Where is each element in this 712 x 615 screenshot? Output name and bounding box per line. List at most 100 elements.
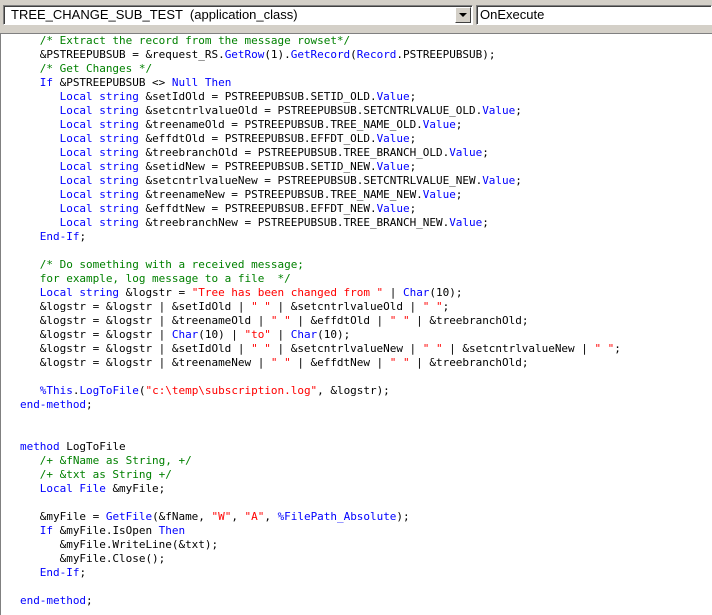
code-line[interactable] — [20, 496, 621, 510]
code-text: ; — [79, 230, 87, 243]
code-keyword: Value — [376, 202, 410, 215]
code-keyword: Value — [449, 216, 483, 229]
code-line[interactable]: If &PSTREEPUBSUB <> Null Then — [20, 76, 621, 90]
code-line[interactable]: &logstr = &logstr | &setIdOld | " " | &s… — [20, 300, 621, 314]
code-text-area[interactable]: /* Extract the record from the message r… — [20, 34, 621, 608]
code-line[interactable]: &logstr = &logstr | &treenameOld | " " |… — [20, 314, 621, 328]
code-text: ; — [515, 104, 522, 117]
code-keyword: End-If — [20, 566, 80, 579]
code-text: , — [264, 510, 278, 523]
code-line[interactable]: Local File &myFile; — [20, 482, 621, 496]
code-line[interactable]: %This.LogToFile("c:\temp\subscription.lo… — [20, 384, 621, 398]
code-text: | — [383, 286, 403, 299]
code-line[interactable]: &logstr = &logstr | &setIdOld | " " | &s… — [20, 342, 621, 356]
code-text: ; — [409, 132, 417, 145]
code-line[interactable]: end-method; — [20, 398, 621, 412]
code-line[interactable] — [20, 412, 621, 426]
code-keyword: Value — [376, 90, 410, 103]
code-keyword: Local string — [20, 160, 139, 173]
code-text: ; — [409, 90, 417, 103]
event-selector-field[interactable]: OnExecute — [476, 5, 712, 25]
code-string: " " — [389, 314, 410, 327]
code-line[interactable]: &logstr = &logstr | &treenameNew | " " |… — [20, 356, 621, 370]
code-line[interactable]: Local string &setcntrlvalueNew = PSTREEP… — [20, 174, 621, 188]
code-line[interactable] — [20, 244, 621, 258]
chevron-down-icon[interactable] — [455, 7, 471, 23]
code-line[interactable]: method LogToFile — [20, 440, 621, 454]
code-line[interactable]: &myFile.Close(); — [20, 552, 621, 566]
code-line[interactable]: /+ &fName as String, +/ — [20, 454, 621, 468]
code-line[interactable]: for example, log message to a file */ — [20, 272, 621, 286]
code-string: " " — [422, 342, 443, 355]
code-text: &treebranchOld = PSTREEPUBSUB.TREE_BRANC… — [138, 146, 450, 159]
code-keyword: Value — [482, 104, 516, 117]
code-line[interactable] — [20, 580, 621, 594]
code-keyword: %This — [20, 384, 73, 397]
code-text: ; — [482, 216, 489, 229]
code-line[interactable]: Local string &treebranchNew = PSTREEPUBS… — [20, 216, 621, 230]
code-line[interactable]: Local string &logstr = "Tree has been ch… — [20, 286, 621, 300]
code-line[interactable]: Local string &setIdOld = PSTREEPUBSUB.SE… — [20, 90, 621, 104]
code-text: &PSTREEPUBSUB = &request_RS. — [20, 48, 225, 61]
code-line[interactable] — [20, 426, 621, 440]
code-line[interactable] — [20, 370, 621, 384]
code-text: &treenameNew = PSTREEPUBSUB.TREE_NAME_NE… — [138, 188, 423, 201]
code-line[interactable]: &logstr = &logstr | Char(10) | "to" | Ch… — [20, 328, 621, 342]
code-line[interactable]: &PSTREEPUBSUB = &request_RS.GetRow(1).Ge… — [20, 48, 621, 62]
code-keyword: Then — [158, 524, 186, 537]
code-line[interactable]: Local string &treenameNew = PSTREEPUBSUB… — [20, 188, 621, 202]
code-text: | &setcntrlvalueNew | — [442, 342, 595, 355]
code-line[interactable]: /* Get Changes */ — [20, 62, 621, 76]
code-comment: for example, log message to a file */ — [20, 272, 291, 285]
code-line[interactable]: Local string &treenameOld = PSTREEPUBSUB… — [20, 118, 621, 132]
code-text: &setidNew = PSTREEPUBSUB.SETID_NEW. — [138, 160, 377, 173]
code-keyword: GetFile — [105, 510, 153, 523]
code-keyword: end-method — [20, 398, 87, 411]
code-keyword: LogToFile — [79, 384, 139, 397]
code-line[interactable]: Local string &setcntrlvalueOld = PSTREEP… — [20, 104, 621, 118]
code-keyword: End-If — [20, 230, 80, 243]
code-string: " " — [594, 342, 615, 355]
code-line[interactable]: &myFile = GetFile(&fName, "W", "A", %Fil… — [20, 510, 621, 524]
code-keyword: Local File — [20, 482, 106, 495]
code-keyword: Value — [422, 118, 456, 131]
code-line[interactable]: End-If; — [20, 230, 621, 244]
code-string: "c:\temp\subscription.log" — [145, 384, 318, 397]
code-text: &logstr = &logstr | &treenameNew | — [20, 356, 271, 369]
code-text: ; — [455, 118, 463, 131]
code-keyword: Local string — [20, 216, 139, 229]
code-text: LogToFile — [59, 440, 126, 453]
object-selector-value: TREE_CHANGE_SUB_TEST (application_class) — [11, 7, 298, 22]
code-keyword: Value — [449, 146, 483, 159]
object-selector-dropdown[interactable]: TREE_CHANGE_SUB_TEST (application_class) — [3, 5, 473, 25]
code-line[interactable]: End-If; — [20, 566, 621, 580]
code-line[interactable]: Local string &effdtNew = PSTREEPUBSUB.EF… — [20, 202, 621, 216]
code-string: " " — [251, 300, 271, 313]
code-text: (&fName, — [152, 510, 212, 523]
code-line[interactable]: Local string &treebranchOld = PSTREEPUBS… — [20, 146, 621, 160]
code-text: ; — [86, 398, 93, 411]
code-line[interactable]: /* Do something with a received message; — [20, 258, 621, 272]
code-text: &effdtOld = PSTREEPUBSUB.EFFDT_OLD. — [138, 132, 377, 145]
code-line[interactable]: /* Extract the record from the message r… — [20, 34, 621, 48]
code-editor[interactable]: /* Extract the record from the message r… — [0, 33, 712, 615]
code-keyword: Record — [356, 48, 397, 61]
code-line[interactable]: Local string &setidNew = PSTREEPUBSUB.SE… — [20, 160, 621, 174]
code-string: " " — [270, 356, 291, 369]
code-line[interactable]: end-method; — [20, 594, 621, 608]
code-text: | &setcntrlvalueNew | — [270, 342, 423, 355]
code-line[interactable]: &myFile.WriteLine(&txt); — [20, 538, 621, 552]
code-text: &setIdOld = PSTREEPUBSUB.SETID_OLD. — [138, 90, 377, 103]
code-line[interactable]: /+ &txt as String +/ — [20, 468, 621, 482]
code-line[interactable]: Local string &effdtOld = PSTREEPUBSUB.EF… — [20, 132, 621, 146]
code-text: (10) | — [198, 328, 245, 341]
code-line[interactable]: If &myFile.IsOpen Then — [20, 524, 621, 538]
code-text: &myFile.WriteLine(&txt); — [20, 538, 219, 551]
code-string: "A" — [244, 510, 265, 523]
code-keyword: Null Then — [171, 76, 232, 89]
code-text: ; — [409, 160, 417, 173]
code-keyword: GetRow — [224, 48, 265, 61]
code-keyword: %FilePath_Absolute — [277, 510, 397, 523]
code-text: &logstr = &logstr | &setIdOld | — [20, 342, 252, 355]
code-keyword: Char — [290, 328, 318, 341]
